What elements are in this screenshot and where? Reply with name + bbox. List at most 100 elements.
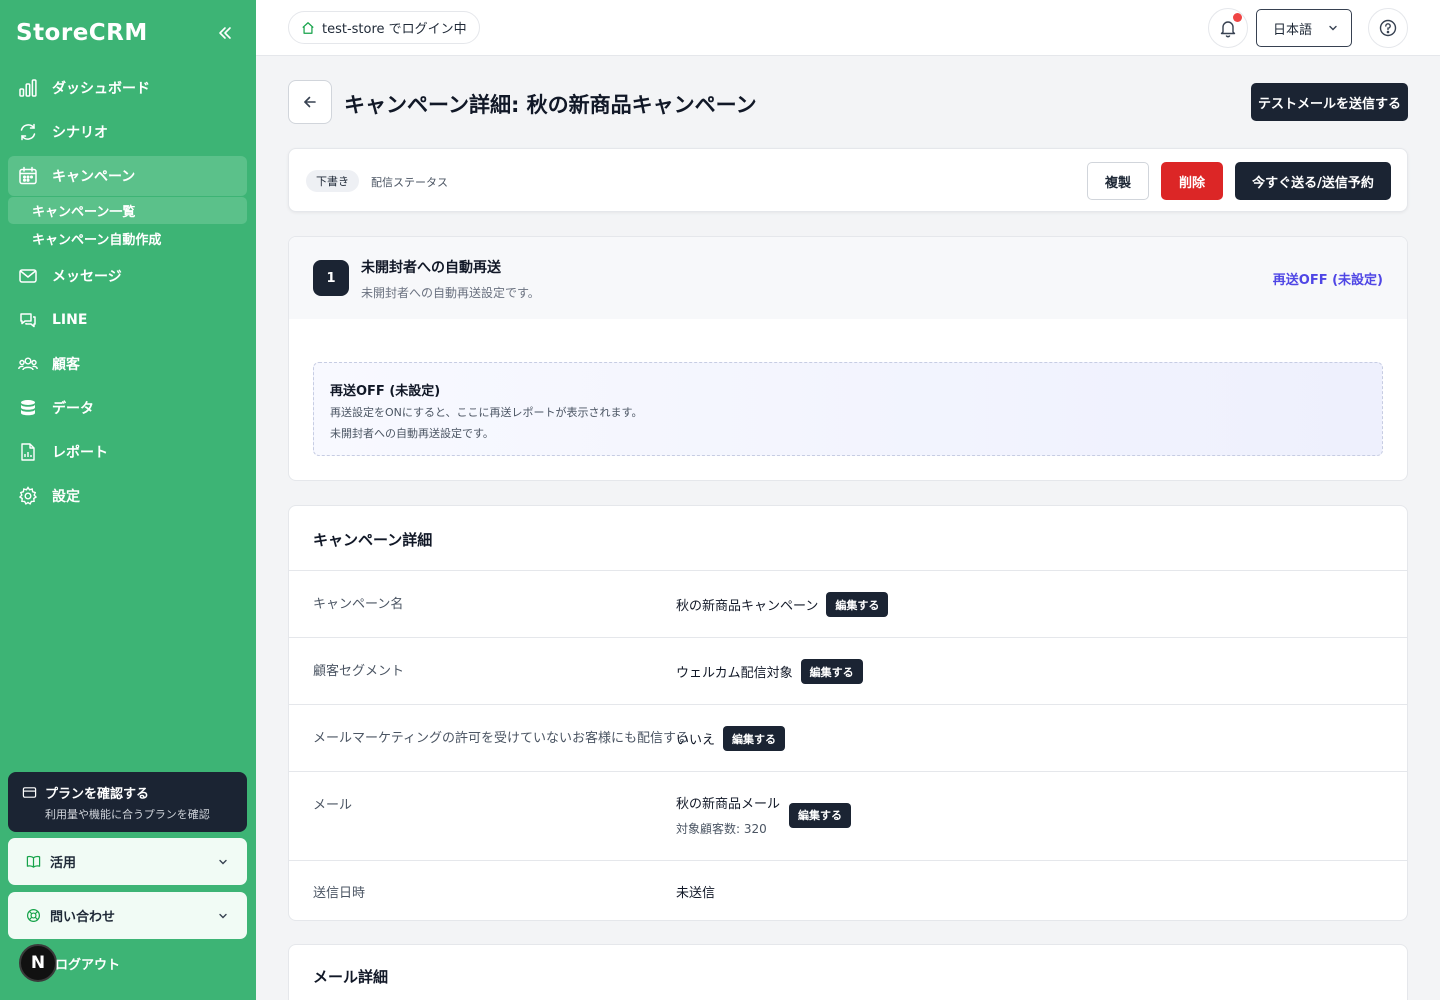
notification-dot <box>1233 13 1242 22</box>
detail-label: メールマーケティングの許可を受けていないお客様にも配信する <box>313 731 689 746</box>
back-button[interactable] <box>288 80 332 124</box>
duplicate-button[interactable]: 複製 <box>1087 162 1149 200</box>
avatar[interactable]: N <box>19 944 57 982</box>
plan-subtitle: 利用量や機能に合うプランを確認 <box>45 808 210 821</box>
book-icon <box>26 854 41 869</box>
status-card: 下書き 配信ステータス 複製 削除 今すぐ送る/送信予約 <box>288 148 1408 212</box>
credit-card-icon <box>22 785 45 800</box>
detail-value: 秋の新商品メール 対象顧客数: 320 編集する <box>676 793 852 837</box>
sidebar-item-label: メッセージ <box>52 269 122 285</box>
edit-button[interactable]: 編集する <box>800 659 863 684</box>
consent-value: いいえ <box>676 733 716 748</box>
sidebar-item-label: 顧客 <box>52 357 80 373</box>
plan-title: プランを確認する <box>45 787 150 802</box>
store-indicator[interactable]: test-store でログイン中 <box>288 11 480 44</box>
resend-box-title: 再送OFF (未設定) <box>330 384 441 399</box>
sidebar-item-label: ダッシュボード <box>52 81 150 97</box>
page-title: キャンペーン詳細: 秋の新商品キャンペーン <box>344 93 757 117</box>
language-value: 日本語 <box>1273 22 1313 38</box>
detail-value: いいえ 編集する <box>676 726 786 751</box>
detail-value: ウェルカム配信対象 編集する <box>676 659 863 684</box>
sidebar-item-settings[interactable]: 設定 <box>8 476 247 516</box>
chart-bars-icon <box>18 78 38 98</box>
sidebar-item-message[interactable]: メッセージ <box>8 256 247 296</box>
segment-value: ウェルカム配信対象 <box>676 666 793 681</box>
sidebar-subitem-label: キャンペーン一覧 <box>32 205 136 220</box>
refresh-icon <box>18 122 38 142</box>
sidebar-item-label: LINE <box>52 312 88 328</box>
accordion-label: 問い合わせ <box>50 910 116 925</box>
logout-label: ログアウト <box>55 957 121 973</box>
notifications-button[interactable] <box>1208 8 1248 48</box>
resend-title: 未開封者への自動再送 <box>361 260 501 276</box>
send-date-value: 未送信 <box>676 886 716 901</box>
collapse-sidebar-icon[interactable] <box>214 22 236 44</box>
sidebar-item-report[interactable]: レポート <box>8 432 247 472</box>
sidebar-item-dashboard[interactable]: ダッシュボード <box>8 68 247 108</box>
chevron-down-icon <box>217 910 229 922</box>
accordion-contact[interactable]: 問い合わせ <box>8 892 247 939</box>
sidebar-item-customers[interactable]: 顧客 <box>8 344 247 384</box>
detail-label: 顧客セグメント <box>313 664 405 679</box>
plan-card[interactable]: プランを確認する 利用量や機能に合うプランを確認 <box>8 772 247 832</box>
sidebar-subitem-label: キャンペーン自動作成 <box>32 233 162 248</box>
sidebar-item-line[interactable]: LINE <box>8 300 247 340</box>
store-text: test-store でログイン中 <box>322 22 467 37</box>
target-count: 対象顧客数: 320 <box>676 822 767 836</box>
report-icon <box>18 442 38 462</box>
home-icon <box>301 21 322 35</box>
chevron-down-icon <box>217 856 229 868</box>
detail-label: キャンペーン名 <box>313 597 404 612</box>
accordion-usage[interactable]: 活用 <box>8 838 247 885</box>
accordion-label: 活用 <box>50 856 77 871</box>
sidebar-item-data[interactable]: データ <box>8 388 247 428</box>
status-badge: 下書き <box>306 170 359 192</box>
campaign-name-value: 秋の新商品キャンペーン <box>676 599 819 614</box>
step-number: 1 <box>313 260 349 296</box>
sidebar-item-campaign[interactable]: キャンペーン <box>8 156 247 196</box>
detail-row: キャンペーン名 秋の新商品キャンペーン 編集する <box>289 570 1407 637</box>
sidebar-item-label: レポート <box>52 445 108 461</box>
resend-box-line: 再送設定をONにすると、ここに再送レポートが表示されます。 <box>330 406 643 419</box>
chat-icon <box>18 310 38 330</box>
detail-value: 秋の新商品キャンペーン 編集する <box>676 592 889 617</box>
detail-label: メール <box>313 798 353 813</box>
sidebar-item-label: 設定 <box>52 489 80 505</box>
mail-icon <box>18 266 38 286</box>
database-icon <box>18 398 38 418</box>
sidebar-item-label: データ <box>52 401 94 417</box>
edit-button[interactable]: 編集する <box>723 726 786 751</box>
sidebar-subitem-campaign-auto[interactable]: キャンペーン自動作成 <box>8 225 247 252</box>
detail-label: 送信日時 <box>313 886 366 901</box>
sidebar-item-label: シナリオ <box>52 125 108 141</box>
lifebuoy-icon <box>26 908 41 923</box>
edit-button[interactable]: 編集する <box>789 802 852 828</box>
resend-card: 1 未開封者への自動再送 未開封者への自動再送設定です。 再送OFF (未設定)… <box>288 236 1408 481</box>
mail-details-card: メール詳細 <box>288 944 1408 1000</box>
resend-box-line: 未開封者への自動再送設定です。 <box>330 427 494 440</box>
sidebar-subitem-campaign-list[interactable]: キャンペーン一覧 <box>8 197 247 224</box>
gear-icon <box>18 486 38 506</box>
resend-report-box: 再送OFF (未設定) 再送設定をONにすると、ここに再送レポートが表示されます… <box>313 362 1383 456</box>
arrow-left-icon <box>301 93 319 111</box>
logout-button[interactable]: N ログアウト <box>19 944 120 982</box>
mail-value: 秋の新商品メール <box>676 797 781 812</box>
sidebar-item-scenario[interactable]: シナリオ <box>8 112 247 152</box>
app-logo[interactable]: StoreCRM <box>16 20 148 46</box>
send-test-email-button[interactable]: テストメールを送信する <box>1251 83 1408 121</box>
detail-row: 送信日時 未送信 <box>289 860 1407 921</box>
help-icon <box>1378 18 1398 38</box>
help-button[interactable] <box>1368 8 1408 48</box>
send-schedule-button[interactable]: 今すぐ送る/送信予約 <box>1235 162 1391 200</box>
detail-row: メール 秋の新商品メール 対象顧客数: 320 編集する <box>289 771 1407 860</box>
language-select[interactable]: 日本語 <box>1256 9 1352 47</box>
edit-button[interactable]: 編集する <box>826 592 889 617</box>
delete-button[interactable]: 削除 <box>1161 162 1223 200</box>
detail-value: 未送信 <box>676 882 715 901</box>
campaign-details-title: キャンペーン詳細 <box>313 531 433 549</box>
chevron-down-icon <box>1327 22 1339 34</box>
topbar: test-store でログイン中 日本語 <box>256 0 1440 56</box>
resend-description: 未開封者への自動再送設定です。 <box>361 286 540 300</box>
mail-details-title: メール詳細 <box>313 968 389 986</box>
resend-status-link[interactable]: 再送OFF (未設定) <box>1273 269 1383 288</box>
